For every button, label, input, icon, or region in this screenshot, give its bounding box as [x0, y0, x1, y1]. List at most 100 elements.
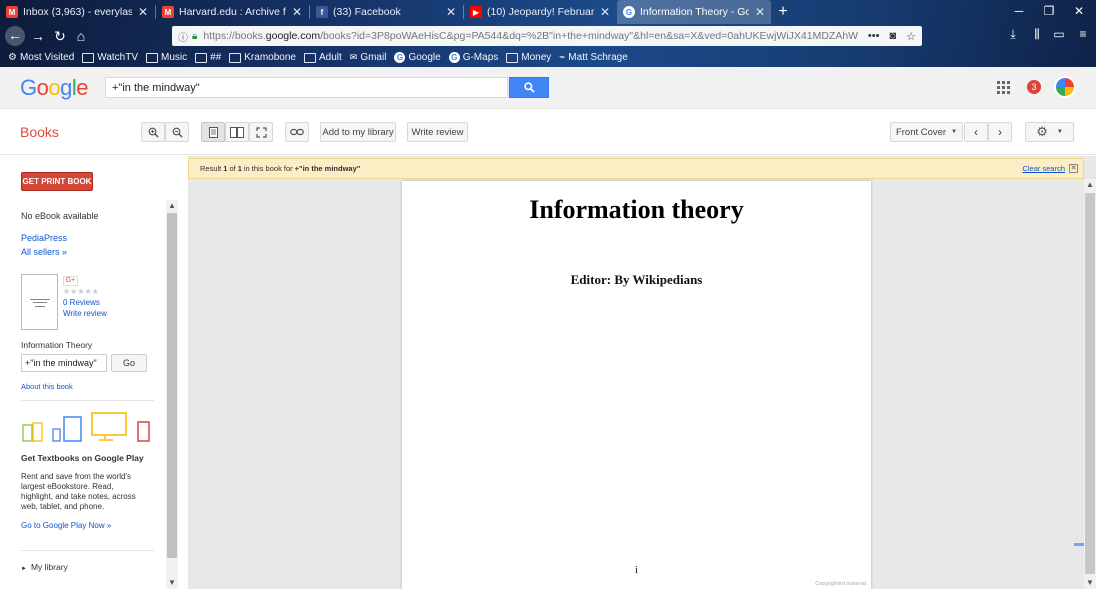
apps-grid-icon[interactable]	[997, 81, 1011, 95]
search-hit-marker[interactable]	[1074, 543, 1084, 546]
books-toolbar: Books Add to my library Write review Fro…	[0, 110, 1096, 155]
book-viewer: Result 1 of 1 in this book for +"in the …	[188, 156, 1096, 589]
google-icon: G	[394, 52, 406, 63]
minimize-icon[interactable]: ─	[1010, 3, 1028, 19]
bookmark-hash[interactable]: ##	[195, 52, 221, 63]
google-search-button[interactable]	[509, 77, 549, 98]
search-in-book-input[interactable]	[21, 354, 107, 372]
bookmark-gmaps[interactable]: G G-Maps	[448, 52, 498, 63]
library-icon[interactable]: ⫼	[1028, 27, 1046, 42]
seller-link[interactable]: PediaPress	[21, 233, 67, 243]
close-tab-icon[interactable]: ✕	[138, 5, 148, 19]
scroll-down-icon[interactable]: ▼	[1084, 577, 1096, 589]
close-tab-icon[interactable]: ✕	[755, 5, 765, 19]
bookmarks-bar: ⚙ Most Visited WatchTV Music ## Kramobone…	[0, 49, 1096, 66]
google-search-input[interactable]	[105, 77, 508, 98]
info-icon[interactable]: ⓘ	[178, 29, 188, 44]
tab-title: Inbox (3,963) - everylastcumdr	[23, 6, 132, 18]
page-editor: Editor: By Wikipedians	[570, 272, 703, 287]
folder-icon	[303, 52, 316, 63]
scroll-down-icon[interactable]: ▼	[166, 577, 178, 589]
scroll-up-icon[interactable]: ▲	[166, 200, 178, 212]
pocket-icon[interactable]: ◙	[889, 30, 896, 42]
app-root: M Inbox (3,963) - everylastcumdr ✕ M Har…	[0, 0, 1096, 589]
book-page[interactable]: Information theory Editor: By Wikipedian…	[402, 181, 871, 589]
tab-title: (33) Facebook	[333, 6, 401, 18]
notifications-badge[interactable]: 3	[1027, 80, 1041, 94]
go-button[interactable]: Go	[111, 354, 147, 372]
my-library-link[interactable]: ► My library	[21, 562, 68, 572]
sidebar-icon[interactable]: ▭	[1050, 27, 1068, 41]
reload-icon[interactable]: ↻	[51, 27, 69, 45]
close-tab-icon[interactable]: ✕	[292, 5, 302, 19]
clear-search-link[interactable]: Clear search	[1022, 164, 1065, 173]
scroll-up-icon[interactable]: ▲	[1084, 179, 1096, 191]
menu-icon[interactable]: ≡	[1074, 27, 1092, 41]
front-cover-dropdown[interactable]: Front Cover ▼	[890, 122, 963, 142]
search-result-bar: Result 1 of 1 in this book for +"in the …	[188, 158, 1084, 179]
all-sellers-link[interactable]: All sellers »	[21, 247, 67, 257]
scrollbar-thumb[interactable]	[1085, 193, 1095, 574]
download-icon[interactable]: ⤓	[1004, 27, 1022, 42]
previous-page-button[interactable]: ‹	[964, 122, 988, 142]
caret-down-icon: ▼	[951, 129, 958, 135]
bookmark-music[interactable]: Music	[146, 52, 187, 63]
folder-icon	[229, 52, 242, 63]
new-tab-button[interactable]: +	[774, 2, 792, 22]
link-button[interactable]	[285, 122, 309, 142]
bookmark-most-visited[interactable]: ⚙ Most Visited	[8, 52, 74, 63]
tab-facebook[interactable]: f (33) Facebook ✕	[310, 0, 462, 24]
home-icon[interactable]: ⌂	[72, 27, 90, 45]
account-avatar[interactable]	[1054, 76, 1076, 98]
tab-jeopardy[interactable]: ▶ (10) Jeopardy! February 23, 201 ✕	[464, 0, 616, 24]
close-icon[interactable]: ✕	[1069, 164, 1078, 173]
url-bar[interactable]: ⓘ 🔒︎ https://books.google.com/books?id=3…	[172, 26, 922, 46]
close-tab-icon[interactable]: ✕	[446, 5, 456, 19]
write-review-button[interactable]: Write review	[407, 122, 468, 142]
bookmark-adult[interactable]: Adult	[303, 52, 342, 63]
url-text[interactable]: https://books.google.com/books?id=3P8poW…	[203, 30, 858, 42]
two-page-icon	[230, 126, 244, 138]
restore-icon[interactable]: ❐	[1040, 3, 1058, 19]
zoom-out-button[interactable]	[165, 122, 189, 142]
google-plus-button[interactable]: G+	[63, 276, 78, 286]
bookmark-matt-schrage[interactable]: ⌁ Matt Schrage	[559, 52, 628, 63]
scrollbar-thumb[interactable]	[167, 213, 177, 558]
no-ebook-text: No eBook available	[21, 211, 99, 221]
close-tab-icon[interactable]: ✕	[600, 5, 610, 19]
folder-icon	[506, 52, 519, 63]
forward-icon[interactable]: →	[29, 27, 47, 45]
tab-inbox[interactable]: M Inbox (3,963) - everylastcumdr ✕	[0, 0, 154, 24]
tab-harvard[interactable]: M Harvard.edu : Archive for Evolu ✕	[156, 0, 308, 24]
write-review-link[interactable]: Write review	[63, 309, 107, 318]
about-book-link[interactable]: About this book	[21, 382, 73, 391]
next-page-button[interactable]: ›	[988, 122, 1012, 142]
back-icon[interactable]: ←	[5, 26, 25, 46]
youtube-icon: ▶	[470, 6, 482, 18]
reviews-link[interactable]: 0 Reviews	[63, 298, 100, 307]
zoom-in-button[interactable]	[141, 122, 165, 142]
tab-information-theory[interactable]: G Information Theory - Google B ✕	[617, 0, 771, 24]
get-print-book-button[interactable]: GET PRINT BOOK	[21, 172, 93, 191]
viewer-scrollbar[interactable]: ▲ ▼	[1084, 179, 1096, 589]
add-to-library-button[interactable]: Add to my library	[320, 122, 396, 142]
copyright-notice: Copyrighted material	[815, 581, 866, 587]
google-play-link[interactable]: Go to Google Play Now »	[21, 521, 111, 530]
books-section-title[interactable]: Books	[20, 124, 59, 140]
settings-dropdown[interactable]: ⚙ ▼	[1025, 122, 1074, 142]
single-page-view-button[interactable]	[201, 122, 225, 142]
bookmark-watchtv[interactable]: WatchTV	[82, 52, 138, 63]
bookmark-star-icon[interactable]: ☆	[906, 30, 916, 43]
two-page-view-button[interactable]	[225, 122, 249, 142]
bookmark-money[interactable]: Money	[506, 52, 551, 63]
google-logo[interactable]: Google	[20, 75, 89, 101]
fullscreen-button[interactable]	[249, 122, 273, 142]
sidebar-scrollbar[interactable]: ▲ ▼	[166, 200, 178, 589]
more-icon[interactable]: •••	[868, 30, 880, 42]
google-icon: G	[623, 6, 635, 18]
bookmark-kramobone[interactable]: Kramobone	[229, 52, 296, 63]
bookmark-gmail[interactable]: ✉ Gmail	[350, 52, 387, 63]
bookmark-google[interactable]: G Google	[394, 52, 441, 63]
close-window-icon[interactable]: ✕	[1070, 3, 1088, 19]
book-cover-thumbnail[interactable]	[21, 274, 58, 330]
